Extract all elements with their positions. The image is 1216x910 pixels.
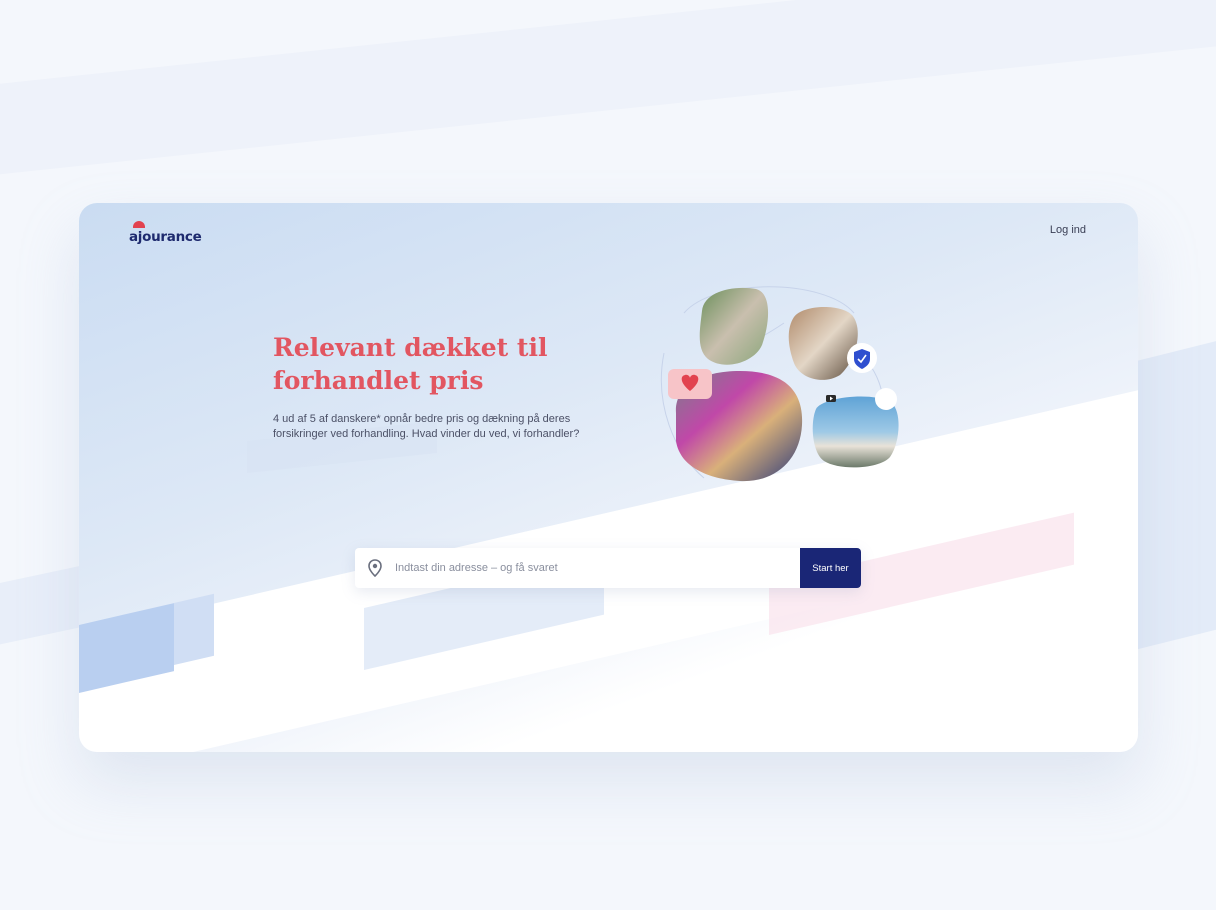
heart-icon [668, 369, 712, 399]
login-link[interactable]: Log ind [1050, 224, 1086, 236]
background-stripe [0, 0, 1216, 180]
address-search-bar: Start her [355, 548, 861, 588]
umbrella-logo-icon [133, 221, 145, 228]
brand-logo[interactable]: ajourance [129, 221, 202, 245]
address-input[interactable] [395, 548, 800, 588]
brand-wordmark: ajourance [129, 229, 202, 245]
hero-illustration [644, 283, 904, 488]
decorative-band [174, 593, 214, 665]
location-pin-icon [355, 548, 395, 588]
hero-title: Relevant dækket til forhandlet pris [273, 333, 548, 395]
hero-subtitle: 4 ud af 5 af danskere* opnår bedre pris … [273, 413, 580, 440]
shield-check-icon [847, 343, 877, 373]
start-button[interactable]: Start her [800, 548, 861, 588]
decorative-dot [875, 388, 897, 410]
group-photo [788, 306, 858, 380]
field-photo [699, 287, 769, 365]
landing-card: ajourance Log ind Relevant dækket til fo… [79, 203, 1138, 752]
video-icon [826, 395, 836, 402]
